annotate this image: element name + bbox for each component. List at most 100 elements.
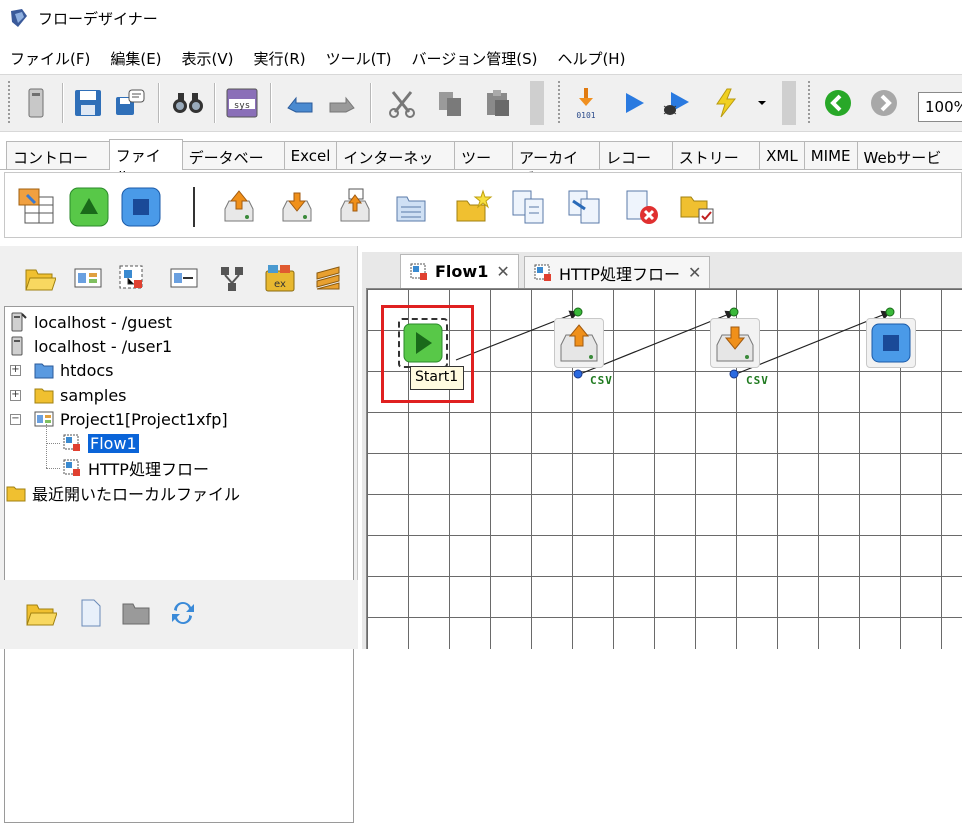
palette-start[interactable] [67,185,111,229]
folder-action-button[interactable] [120,596,154,630]
close-icon[interactable]: ✕ [496,262,509,281]
debug-button[interactable] [660,85,696,121]
tree-item-label: samples [60,385,127,405]
save-all-icon [116,89,145,115]
tab-http-flow[interactable]: HTTP処理フロー ✕ [524,256,711,288]
tree-item-project1[interactable]: Project1[Project1xfp] [34,407,228,431]
system-button[interactable]: sys [224,85,260,121]
new-resource-button[interactable] [310,260,346,296]
lightning-icon [716,88,737,118]
cut-button[interactable] [384,85,420,121]
tab-file[interactable]: ファイル [108,139,183,186]
table-import-icon [18,188,54,224]
toolbar-grip[interactable] [554,81,564,125]
palette-file-list[interactable] [389,185,433,229]
collapse-toggle-project1[interactable]: − [10,414,21,425]
menu-edit[interactable]: 編集(E) [100,48,171,69]
new-mapping-button[interactable] [166,260,202,296]
menu-view[interactable]: 表示(V) [172,48,244,69]
toolbar-grip[interactable] [530,81,544,125]
menu-file[interactable]: ファイル(F) [0,48,100,69]
palette-file-delete[interactable] [619,185,663,229]
save-all-button[interactable] [112,85,148,121]
tree-item-label: localhost - /guest [34,312,172,332]
tree-item-localhost-user1[interactable]: localhost - /user1 [8,334,172,358]
tab-control[interactable]: コントロール [6,141,110,188]
tree-item-recent-local-files[interactable]: 最近開いたローカルファイル [6,481,240,505]
file-get-node-1[interactable] [554,318,604,368]
open-folder-button[interactable] [22,260,58,296]
tab-mime[interactable]: MIME [803,141,858,169]
menu-version-control[interactable]: バージョン管理(S) [402,48,548,69]
file-move-icon [568,190,600,224]
toolbar-grip[interactable] [782,81,796,125]
find-button[interactable] [170,85,206,121]
refresh-button[interactable] [166,596,200,630]
trigger-dropdown[interactable] [752,85,772,121]
tree-item-flow1[interactable]: Flow1 [62,431,139,455]
tab-flow1[interactable]: Flow1 ✕ [400,254,519,288]
toolbar-grip[interactable] [4,81,14,125]
palette-file-upload[interactable] [333,185,377,229]
new-extension-button[interactable]: ex [262,260,298,296]
tree-item-htdocs[interactable]: htdocs [34,358,114,382]
file-put-node[interactable] [710,318,760,368]
forward-button[interactable] [866,85,902,121]
tab-database[interactable]: データベース [181,141,285,188]
flow-icon [119,265,143,289]
expand-toggle-samples[interactable]: + [10,390,21,401]
folder-open-icon [26,604,57,626]
paste-button[interactable] [480,85,516,121]
menu-help[interactable]: ヘルプ(H) [547,48,635,69]
undo-icon [287,96,313,113]
toolbar-grip[interactable] [804,81,814,125]
expand-toggle-htdocs[interactable]: + [10,365,21,376]
tree-item-http-flow[interactable]: HTTP処理フロー [62,456,209,480]
file-put-icon [716,326,754,362]
redo-icon [329,96,355,113]
trigger-button[interactable] [708,85,744,121]
zoom-input[interactable]: 100% [918,92,962,122]
tab-internet[interactable]: インターネット [336,141,456,188]
tree-item-localhost-guest[interactable]: localhost - /guest [8,310,172,334]
new-flow-button[interactable] [114,260,150,296]
palette-file-put[interactable] [275,185,319,229]
cut-icon [389,91,415,118]
tree-item-label: Project1[Project1xfp] [60,409,228,429]
menu-run[interactable]: 実行(R) [244,48,316,69]
copy-button[interactable] [432,85,468,121]
palette-end[interactable] [119,185,163,229]
tab-label: Flow1 [435,262,489,281]
menu-tools[interactable]: ツール(T) [316,48,402,69]
tab-web-service[interactable]: Webサービス [856,141,962,188]
run-button[interactable] [616,85,652,121]
new-project-button[interactable] [70,260,106,296]
tab-archive[interactable]: アーカイブ [512,141,600,188]
palette-file-get[interactable] [217,185,261,229]
back-button[interactable] [820,85,856,121]
save-icon [75,90,101,116]
palette-file-move[interactable] [563,185,607,229]
server-button[interactable] [18,85,54,121]
close-icon[interactable]: ✕ [688,263,701,282]
compile-button[interactable]: 0101 [568,85,604,121]
tab-stream[interactable]: ストリーム [671,141,761,188]
new-file-button[interactable] [74,596,108,630]
folder-icon [34,388,54,404]
redo-button[interactable] [324,85,360,121]
new-component-button[interactable] [214,260,250,296]
tab-xml[interactable]: XML [759,141,805,169]
tab-record[interactable]: レコード [598,141,673,188]
end-node[interactable] [866,318,916,368]
palette-file-copy[interactable] [507,185,551,229]
palette-file-check[interactable] [675,185,719,229]
tab-excel[interactable]: Excel [283,141,338,169]
tab-tool[interactable]: ツール [454,141,514,188]
palette-folder-create[interactable] [451,185,495,229]
undo-button[interactable] [282,85,318,121]
open-local-folder-button[interactable] [24,596,58,630]
tree-item-samples[interactable]: samples [34,383,127,407]
copy-icon [439,92,461,116]
save-button[interactable] [70,85,106,121]
palette-table-import[interactable] [15,185,59,229]
